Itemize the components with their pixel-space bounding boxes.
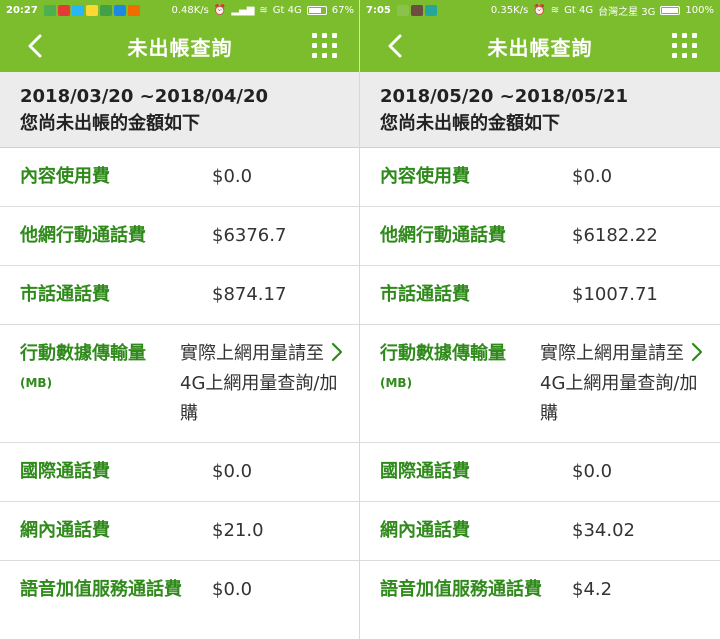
network-speed: 0.35K/s — [490, 4, 529, 16]
wifi-icon: ≋ — [550, 4, 560, 16]
status-bar: 7:05 0.35K/s ⏰ ≋ Gt 4G 台灣之星 3G 100% — [360, 0, 720, 20]
app-bar: 未出帳查詢 — [360, 20, 720, 72]
carrier-name: 台灣之星 3G — [598, 6, 656, 18]
chevron-right-icon[interactable] — [330, 341, 344, 363]
charge-label: 行動數據傳輸量 (MB) — [20, 339, 146, 393]
app-icon — [424, 4, 437, 16]
billing-period-dates: 2018/05/20 ~2018/05/21 — [380, 86, 629, 107]
youtube-icon — [57, 4, 70, 16]
charge-label-text: 行動數據傳輸量 — [380, 343, 506, 364]
billing-period-subtitle: 您尚未出帳的金額如下 — [20, 113, 200, 134]
charge-value-link[interactable]: 實際上網用量請至4G上網用量查詢/加購 — [540, 339, 700, 429]
billing-period-dates: 2018/03/20 ~2018/04/20 — [20, 86, 269, 107]
notification-icons — [43, 4, 140, 16]
page-title: 未出帳查詢 — [127, 35, 233, 60]
screen-left: 20:27 0.48K/s ⏰ ▂▄▆ ≋ Gt 4G 67% 未出帳查詢 20… — [0, 0, 360, 639]
signal-icon: ▂▄▆ — [231, 4, 255, 16]
charge-value: $874.17 — [212, 284, 287, 305]
charge-label: 市話通話費 — [20, 284, 110, 305]
charge-value: $0.0 — [212, 461, 253, 482]
alarm-icon: ⏰ — [213, 4, 227, 16]
charge-row-value-added: 語音加值服務通話費 $0.0 — [0, 561, 360, 639]
charge-value: $1007.71 — [572, 284, 658, 305]
network-speed: 0.48K/s — [171, 4, 209, 16]
charge-row-other-mobile: 他網行動通話費 $6376.7 — [0, 207, 360, 266]
charge-label: 網內通話費 — [20, 520, 110, 541]
network-type: Gt 4G — [564, 4, 594, 16]
charge-row-landline: 市話通話費 $1007.71 — [360, 266, 720, 325]
charge-label: 內容使用費 — [380, 166, 470, 187]
screen-right: 7:05 0.35K/s ⏰ ≋ Gt 4G 台灣之星 3G 100% 未出帳查… — [360, 0, 720, 639]
battery-percent: 100% — [685, 4, 714, 16]
charge-value: $21.0 — [212, 520, 264, 541]
billing-period-header: 2018/03/20 ~2018/04/20 您尚未出帳的金額如下 — [0, 72, 360, 148]
battery-fill — [662, 7, 679, 13]
app-bar: 未出帳查詢 — [0, 20, 360, 72]
app-icon — [396, 4, 409, 16]
chrome-icon — [127, 4, 140, 16]
charge-row-mobile-data[interactable]: 行動數據傳輸量 (MB) 實際上網用量請至4G上網用量查詢/加購 — [0, 325, 360, 443]
back-chevron-left-icon[interactable] — [382, 32, 410, 60]
charge-row-on-net: 網內通話費 $21.0 — [0, 502, 360, 561]
charge-label: 國際通話費 — [20, 461, 110, 482]
battery-percent: 67% — [331, 4, 354, 16]
charge-unit: (MB) — [20, 376, 53, 390]
charge-value: $0.0 — [572, 166, 613, 187]
charge-value: $34.02 — [572, 520, 635, 541]
charge-row-on-net: 網內通話費 $34.02 — [360, 502, 720, 561]
app-icon — [99, 4, 112, 16]
battery-icon — [660, 5, 681, 15]
charge-label-text: 行動數據傳輸量 — [20, 343, 146, 364]
charge-label: 國際通話費 — [380, 461, 470, 482]
billing-period-header: 2018/05/20 ~2018/05/21 您尚未出帳的金額如下 — [360, 72, 720, 148]
charge-label: 行動數據傳輸量 (MB) — [380, 339, 506, 393]
back-chevron-left-icon[interactable] — [22, 32, 50, 60]
charge-value: $6182.22 — [572, 225, 658, 246]
wifi-icon: ≋ — [259, 4, 268, 16]
charge-label: 他網行動通話費 — [380, 225, 506, 246]
app-icon — [410, 4, 423, 16]
charge-row-international: 國際通話費 $0.0 — [360, 443, 720, 502]
battery-fill — [308, 7, 321, 13]
charge-value-link[interactable]: 實際上網用量請至4G上網用量查詢/加購 — [180, 339, 340, 429]
charge-value: $4.2 — [572, 579, 613, 600]
charge-row-international: 國際通話費 $0.0 — [0, 443, 360, 502]
charge-row-content: 內容使用費 $0.0 — [360, 148, 720, 207]
network-type: Gt 4G — [272, 4, 302, 16]
charge-label: 語音加值服務通話費 — [20, 579, 182, 600]
app-icon — [71, 4, 84, 16]
alarm-icon: ⏰ — [533, 4, 546, 16]
charge-value: $0.0 — [572, 461, 613, 482]
charge-label: 他網行動通話費 — [20, 225, 146, 246]
charge-row-value-added: 語音加值服務通話費 $4.2 — [360, 561, 720, 639]
billing-period-subtitle: 您尚未出帳的金額如下 — [380, 113, 560, 134]
charge-row-content: 內容使用費 $0.0 — [0, 148, 360, 207]
charge-value: $6376.7 — [212, 225, 287, 246]
charge-label: 內容使用費 — [20, 166, 110, 187]
charge-label: 市話通話費 — [380, 284, 470, 305]
notification-icons — [396, 4, 437, 16]
charge-label: 網內通話費 — [380, 520, 470, 541]
charge-row-other-mobile: 他網行動通話費 $6182.22 — [360, 207, 720, 266]
charge-row-landline: 市話通話費 $874.17 — [0, 266, 360, 325]
chevron-right-icon[interactable] — [690, 341, 704, 363]
battery-icon — [306, 5, 327, 15]
app-icon — [113, 4, 126, 16]
charge-value: $0.0 — [212, 579, 253, 600]
status-bar: 20:27 0.48K/s ⏰ ▂▄▆ ≋ Gt 4G 67% — [0, 0, 360, 20]
charge-label: 語音加值服務通話費 — [380, 579, 542, 600]
message-icon — [43, 4, 56, 16]
charge-unit: (MB) — [380, 376, 413, 390]
grid-menu-icon[interactable] — [672, 33, 698, 59]
charge-value: $0.0 — [212, 166, 253, 187]
status-time: 7:05 — [366, 4, 391, 16]
grid-menu-icon[interactable] — [312, 33, 338, 59]
page-title: 未出帳查詢 — [487, 35, 593, 60]
status-time: 20:27 — [6, 4, 38, 16]
app-icon — [85, 4, 98, 16]
charge-row-mobile-data[interactable]: 行動數據傳輸量 (MB) 實際上網用量請至4G上網用量查詢/加購 — [360, 325, 720, 443]
